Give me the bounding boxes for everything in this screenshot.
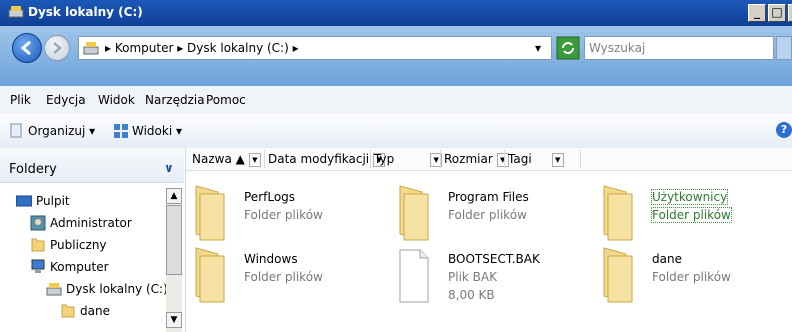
column-name[interactable]: Nazwa ▲ ▼ [192, 152, 261, 167]
column-date-modified[interactable]: Data modyfikacji ▼ [268, 152, 386, 167]
menu-help[interactable]: Pomoc [206, 93, 246, 107]
organize-button[interactable]: Organizuj ▾ [28, 124, 95, 138]
file-name: PerfLogs [244, 190, 296, 204]
file-name: dane [652, 252, 682, 266]
file-type: Plik BAK [448, 270, 497, 284]
address-bar[interactable]: ▸ Komputer ▸ Dysk lokalny (C:) ▸ ▾ [78, 36, 552, 60]
column-type[interactable]: Typ ▼ [374, 152, 443, 167]
tree-item-label: Publiczny [50, 238, 107, 252]
file-item-windows[interactable]: Windows Folder plików [186, 244, 386, 314]
file-type: Folder plików [651, 207, 732, 223]
folder-icon [603, 185, 633, 241]
command-bar: Organizuj ▾ Widoki ▾ [0, 114, 792, 149]
drive-icon [83, 42, 99, 55]
drive-icon [8, 6, 24, 18]
file-name: Windows [244, 252, 298, 266]
file-name: Użytkownicy [650, 189, 729, 205]
window-title: Dysk lokalny (C:) [28, 5, 143, 19]
computer-icon [31, 259, 45, 273]
tree-item-label: Pulpit [36, 194, 70, 208]
file-name: Program Files [448, 190, 529, 204]
back-button[interactable] [12, 33, 42, 63]
scroll-up-button[interactable]: ▲ [166, 188, 182, 204]
file-icon [399, 249, 429, 303]
file-item-bootsect[interactable]: BOOTSECT.BAK Plik BAK 8,00 KB [390, 244, 590, 314]
refresh-icon[interactable] [556, 36, 580, 60]
scroll-thumb[interactable] [166, 205, 182, 275]
folders-pane: Foldery ∨ Pulpit Administrator Publiczny… [0, 148, 186, 332]
back-arrow-icon [20, 40, 31, 56]
views-icon [114, 124, 128, 138]
column-tags[interactable]: Tagi ▼ [508, 152, 564, 167]
file-item-program-files[interactable]: Program Files Folder plików [390, 182, 590, 252]
file-item-uzytkownicy[interactable]: Użytkownicy Folder plików [594, 182, 792, 252]
file-type: Folder plików [244, 270, 323, 284]
close-button[interactable] [788, 4, 792, 22]
search-button[interactable] [776, 36, 792, 60]
user-folder-icon [30, 215, 46, 231]
breadcrumb-local-disk[interactable]: Dysk lokalny (C:) ▸ [187, 41, 299, 55]
folder-icon [31, 238, 45, 252]
scroll-down-button[interactable]: ▼ [166, 312, 182, 328]
tree-item-label: Komputer [50, 260, 109, 274]
minimize-button[interactable]: _ [748, 4, 766, 22]
forward-arrow-icon [53, 42, 62, 54]
forward-button[interactable] [44, 35, 70, 61]
file-type: Folder plików [448, 208, 527, 222]
search-placeholder: Wyszukaj [589, 41, 646, 55]
folders-header[interactable]: Foldery ∨ [0, 148, 184, 183]
menu-bar: Plik Edycja Widok Narzędzia Pomoc [0, 86, 792, 114]
desktop-icon [16, 195, 32, 207]
menu-edit[interactable]: Edycja [46, 93, 86, 107]
folder-icon [399, 185, 429, 241]
chevron-down-icon[interactable]: ∨ [164, 161, 174, 175]
menu-view[interactable]: Widok [98, 93, 135, 107]
maximize-button[interactable]: □ [768, 4, 786, 22]
tree-item-label: Dysk lokalny (C:) [66, 282, 168, 296]
file-type: Folder plików [652, 270, 731, 284]
tree-item-label: dane [80, 304, 110, 318]
column-size[interactable]: Rozmiar ▼ [444, 152, 509, 167]
organize-icon [10, 123, 22, 138]
views-button[interactable]: Widoki ▾ [132, 124, 182, 138]
file-item-perflogs[interactable]: PerfLogs Folder plików [186, 182, 386, 252]
title-bar: Dysk lokalny (C:) _ □ [0, 0, 792, 26]
menu-tools[interactable]: Narzędzia [145, 93, 205, 107]
folder-icon [61, 304, 75, 318]
file-item-dane[interactable]: dane Folder plików [594, 244, 792, 314]
file-size: 8,00 KB [448, 288, 495, 302]
folder-icon [195, 247, 225, 303]
column-headers: Nazwa ▲ ▼ Data modyfikacji ▼ Typ ▼ Rozmiar ▼… [186, 148, 792, 171]
folders-title: Foldery [9, 162, 57, 177]
file-type: Folder plików [244, 208, 323, 222]
sidebar-scrollbar[interactable]: ▲ ▼ [166, 188, 182, 332]
folder-icon [195, 185, 225, 241]
drive-icon [46, 283, 62, 296]
file-name: BOOTSECT.BAK [448, 252, 540, 266]
address-dropdown-arrow[interactable]: ▾ [535, 41, 541, 55]
help-icon[interactable]: ? [776, 122, 792, 138]
breadcrumb-computer[interactable]: ▸ Komputer ▸ [105, 41, 183, 55]
menu-file[interactable]: Plik [10, 93, 31, 107]
folder-icon [603, 247, 633, 303]
search-input[interactable]: Wyszukaj [584, 36, 774, 60]
file-list-pane: Nazwa ▲ ▼ Data modyfikacji ▼ Typ ▼ Rozmiar ▼… [186, 148, 792, 332]
tree-item-label: Administrator [50, 216, 132, 230]
